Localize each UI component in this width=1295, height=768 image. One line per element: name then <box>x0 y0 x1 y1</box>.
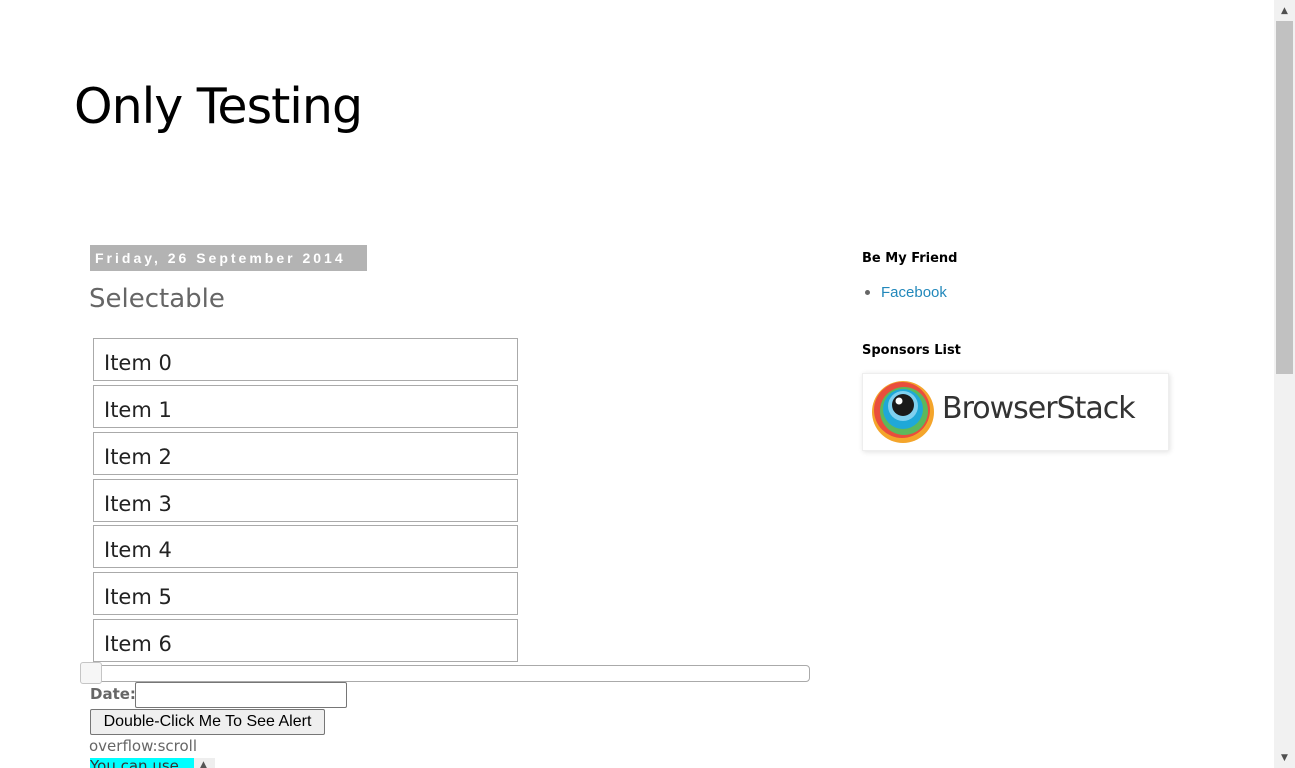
blog-title[interactable]: Only Testing <box>74 78 363 135</box>
selectable-item-0[interactable]: Item 0 <box>93 338 518 381</box>
scroll-box-text: You can use <box>90 758 194 768</box>
page: Only Testing Friday, 26 September 2014 S… <box>0 0 1295 768</box>
bullet-icon <box>865 290 870 295</box>
selectable-item-5[interactable]: Item 5 <box>93 572 518 615</box>
selectable-item-6[interactable]: Item 6 <box>93 619 518 662</box>
arrow-up-icon[interactable]: ▲ <box>1274 0 1295 20</box>
browserstack-wordmark: BrowserStack <box>942 391 1136 426</box>
selectable-item-2[interactable]: Item 2 <box>93 432 518 475</box>
friend-list-item: Facebook <box>862 283 947 303</box>
slider-track[interactable] <box>90 665 810 682</box>
browserstack-banner[interactable]: BrowserStack <box>862 373 1169 451</box>
selectable-item-4[interactable]: Item 4 <box>93 525 518 568</box>
double-click-alert-button[interactable]: Double-Click Me To See Alert <box>90 709 325 735</box>
page-scrollbar[interactable]: ▲ ▼ <box>1274 0 1295 768</box>
slider-handle[interactable] <box>80 662 102 684</box>
selectable-item-1[interactable]: Item 1 <box>93 385 518 428</box>
selectable-item-3[interactable]: Item 3 <box>93 479 518 522</box>
facebook-link[interactable]: Facebook <box>881 284 947 301</box>
scroll-box-up-icon[interactable]: ▲ <box>200 760 207 768</box>
sponsor-widget-title: Sponsors List <box>862 343 961 358</box>
overflow-label: overflow:scroll <box>89 737 197 755</box>
friend-widget-title: Be My Friend <box>862 251 958 266</box>
scroll-box[interactable]: You can use ▲ <box>90 758 215 768</box>
friend-link-list: Facebook <box>862 283 947 303</box>
arrow-down-icon[interactable]: ▼ <box>1274 748 1295 768</box>
scrollbar-thumb[interactable] <box>1276 21 1293 374</box>
date-label: Date: <box>90 685 136 703</box>
post-date-header: Friday, 26 September 2014 <box>90 245 367 271</box>
date-input[interactable] <box>135 682 347 708</box>
post-title: Selectable <box>89 284 225 314</box>
browserstack-logo-icon <box>872 381 934 443</box>
